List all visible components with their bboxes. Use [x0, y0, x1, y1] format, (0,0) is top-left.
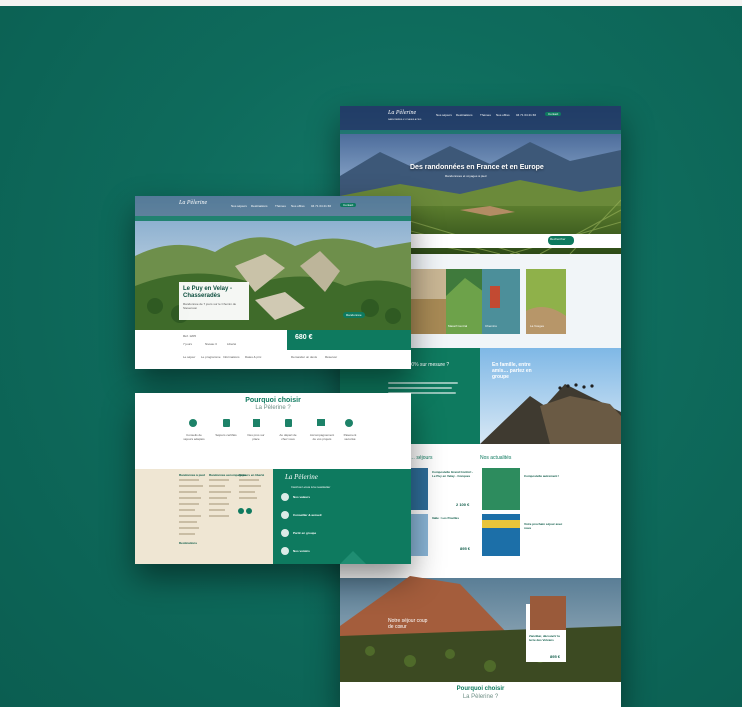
footer-feature-1: Nos valeurs: [293, 495, 311, 499]
product-price: 680 €: [295, 334, 313, 341]
site-a-tagline: RANDONNÉES & VOYAGES À PIED: [388, 119, 422, 121]
site-a-hero-title: Des randonnées en France et en Europe: [410, 164, 544, 171]
site-a-nav-offres[interactable]: Nos offres: [496, 113, 510, 117]
site-a-sejours-heading: … séjours: [410, 455, 433, 461]
promo-text-line: [388, 387, 452, 389]
product-tab-infos[interactable]: Informations: [223, 355, 240, 359]
featured-card-title[interactable]: Zanzibar, découvrir la terre des Volcans: [529, 634, 565, 642]
site-b-logo[interactable]: La Pèlerine: [179, 200, 207, 206]
site-a-nav-destinations[interactable]: Destinations: [456, 113, 473, 117]
product-desc: Randonnée de 7 jours sur le Chemin de St…: [183, 302, 237, 310]
product-2-title[interactable]: Italie : Les Pouilles: [432, 516, 459, 520]
featured-card-price: 895 €: [550, 654, 561, 659]
footer-feature-2: Conseiller & accueil: [293, 513, 322, 517]
promo-text-line: [388, 382, 458, 384]
footer-col-4[interactable]: Destinations: [179, 541, 197, 545]
footer-feature-3: Partir en groupe: [293, 531, 317, 535]
site-a-banner-title: Notre séjour coup de cœur: [388, 618, 428, 630]
footer-col-1[interactable]: Randonnée à pied: [179, 473, 205, 477]
book-button[interactable]: Réserver: [325, 355, 337, 359]
quote-button[interactable]: Demander un devis: [291, 355, 317, 359]
feature-6: Paiement sécurisé: [343, 433, 357, 441]
site-a-footer-heading: Pourquoi choisir: [456, 686, 505, 692]
why-heading: Pourquoi choisir: [245, 397, 301, 404]
product-tab-dates[interactable]: Dates & prix: [245, 355, 261, 359]
product-info-ref: Réf. 1205: [183, 334, 197, 338]
site-a-contact-button[interactable]: Contact: [545, 112, 562, 116]
feature-4: Au départ de chez vous: [279, 433, 297, 441]
product-page-artwork: [135, 196, 411, 369]
site-b-contact-button[interactable]: Contact: [340, 203, 357, 207]
site-a-card-2[interactable]: Chemins: [485, 324, 497, 328]
product-info-type: Liberté: [227, 342, 237, 346]
site-a-phone[interactable]: 04 71 04 21 66: [516, 113, 536, 117]
feature-3: Des pros sur place: [247, 433, 265, 441]
site-a-family-title: En famille, entre amis… partez en groupe: [492, 362, 532, 380]
site-a-footer-sub: La Pèlerine ?: [462, 694, 499, 700]
feature-1: Conseils de séjours adaptés: [183, 433, 205, 441]
footer-col-3[interactable]: Séjours en liberté: [239, 473, 264, 477]
product-title: Le Puy en Velay - Chasseradès: [183, 286, 233, 299]
site-a-card-1[interactable]: Massif Central: [448, 324, 467, 328]
footer-page-mockup: Pourquoi choisir La Pèlerine ? Conseils …: [135, 393, 411, 564]
site-b-nav-destinations[interactable]: Destinations: [251, 204, 268, 208]
site-a-actus-heading: Nos actualités: [480, 455, 512, 461]
site-a-nav-sejours[interactable]: Nos séjours: [436, 113, 452, 117]
footer-newsletter[interactable]: Inscrivez-vous à la newsletter: [291, 485, 330, 489]
why-sub: La Pèlerine ?: [255, 405, 291, 411]
product-1-price: 2 100 €: [456, 502, 470, 507]
actu-2-title[interactable]: Votre prochain séjour avec nous: [524, 522, 564, 530]
product-tab-programme[interactable]: Le programme: [201, 355, 221, 359]
site-b-nav-themes[interactable]: Thèmes: [275, 204, 286, 208]
site-b-nav-sejours[interactable]: Nos séjours: [231, 204, 247, 208]
footer-page-artwork: [135, 393, 411, 564]
product-1-title[interactable]: Compostelle Grand Confort - Le Puy en Ve…: [432, 470, 476, 478]
feature-5: Accompagnement de vos projets: [309, 433, 335, 441]
product-info-days: 7 jours: [183, 342, 193, 346]
product-page-mockup: La Pèlerine Nos séjours Destinations Thè…: [135, 196, 411, 369]
site-b-phone[interactable]: 04 71 04 21 66: [311, 204, 331, 208]
footer-logo[interactable]: La Pèlerine: [285, 473, 318, 481]
footer-feature-4: Nos voisins: [293, 549, 310, 553]
site-a-logo[interactable]: La Pèlerine: [388, 110, 416, 116]
feature-2: Séjours certifiés: [215, 433, 237, 437]
site-a-hero-subtitle: Randonnées et voyages à pied: [445, 174, 487, 178]
site-b-nav-offres[interactable]: Nos offres: [291, 204, 305, 208]
product-tab-sejour[interactable]: Le séjour: [183, 355, 195, 359]
product-2-price: 895 €: [460, 546, 471, 551]
site-a-search-button[interactable]: Rechercher: [550, 237, 566, 241]
site-a-nav-themes[interactable]: Thèmes: [480, 113, 491, 117]
product-info-level: Niveau 3: [205, 342, 217, 346]
product-badge: Randonnée: [343, 312, 365, 318]
site-a-card-3[interactable]: La Vosges: [530, 324, 544, 328]
actu-1-title[interactable]: Compostelle autrement !: [524, 474, 559, 478]
